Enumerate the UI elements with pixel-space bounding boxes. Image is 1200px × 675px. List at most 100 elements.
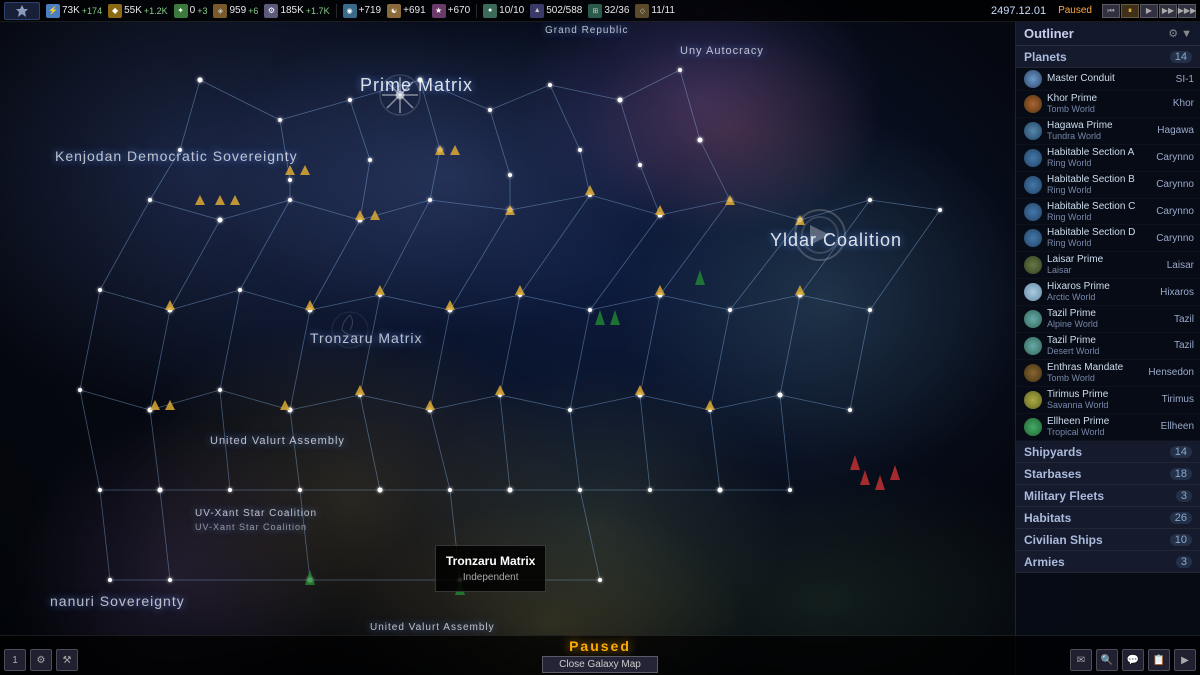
unity-value: +691 — [403, 5, 426, 16]
planet-item-hab-a[interactable]: Habitable Section A Ring World Carynno — [1016, 145, 1200, 172]
play-2x-button[interactable]: ▶▶ — [1159, 4, 1177, 18]
planet-type-hab-b: Ring World — [1047, 186, 1151, 196]
planet-name-hab-b: Habitable Section B — [1047, 174, 1151, 186]
minerals-icon: ◆ — [108, 4, 122, 18]
bottom-icon-1[interactable]: 1 — [4, 649, 26, 671]
bottom-icon-next[interactable]: ▶ — [1174, 649, 1196, 671]
pause-button[interactable]: ⏸ — [1121, 4, 1139, 18]
planet-type-hixaros: Arctic World — [1047, 293, 1155, 303]
resource-amenities: ◇ 11/11 — [635, 4, 675, 18]
resource-minerals: ◆ 55K +1.2K — [108, 4, 168, 18]
section-armies[interactable]: Armies 3 — [1016, 551, 1200, 573]
planet-system-hagawa: Hagawa — [1157, 125, 1194, 136]
bottom-icon-search[interactable]: 🔍 — [1096, 649, 1118, 671]
section-civilian-ships[interactable]: Civilian Ships 10 — [1016, 529, 1200, 551]
pop-value: 10/10 — [499, 5, 524, 16]
planet-type-ellheen: Tropical World — [1047, 428, 1156, 438]
planet-item-hab-c[interactable]: Habitable Section C Ring World Carynno — [1016, 199, 1200, 226]
planet-info-hab-b: Habitable Section B Ring World — [1047, 174, 1151, 196]
food-value: 0 — [190, 5, 196, 16]
rewind-button[interactable]: ⏮ — [1102, 4, 1120, 18]
planet-info-hagawa: Hagawa Prime Tundra World — [1047, 120, 1152, 142]
alloys-income: +1.7K — [306, 6, 330, 16]
paused-text: Paused — [569, 638, 631, 654]
faction-label-uv-xant2: UV-Xant Star Coalition — [195, 522, 307, 532]
planet-system-tazil2: Tazil — [1174, 340, 1194, 351]
armies-count: 3 — [1176, 556, 1192, 568]
planet-item-ellheen[interactable]: Ellheen Prime Tropical World Ellheen — [1016, 414, 1200, 441]
resource-consumer: ◈ 959 +6 — [213, 4, 258, 18]
planet-icon-khor — [1024, 95, 1042, 113]
armies-label: Armies — [1024, 555, 1065, 569]
planet-type-tirimus: Savanna World — [1047, 401, 1157, 411]
section-habitats[interactable]: Habitats 26 — [1016, 507, 1200, 529]
planet-item-khor-prime[interactable]: Khor Prime Tomb World Khor — [1016, 91, 1200, 118]
planet-system-tirimus: Tirimus — [1162, 394, 1194, 405]
planet-icon-laisar — [1024, 256, 1042, 274]
bottom-icon-mail[interactable]: ✉ — [1070, 649, 1092, 671]
map-tooltip: Tronzaru Matrix Independent — [435, 545, 546, 592]
planet-item-laisar[interactable]: Laisar Prime Laisar Laisar — [1016, 252, 1200, 279]
planet-system-hab-d: Carynno — [1156, 233, 1194, 244]
paused-banner: Paused Close Galaxy Map — [542, 638, 658, 673]
resource-research: ◉ +719 — [343, 4, 382, 18]
resource-energy: ⚡ 73K +174 — [46, 4, 102, 18]
planet-item-hab-d[interactable]: Habitable Section D Ring World Carynno — [1016, 225, 1200, 252]
planet-item-hagawa[interactable]: Hagawa Prime Tundra World Hagawa — [1016, 118, 1200, 145]
planet-item-hab-b[interactable]: Habitable Section B Ring World Carynno — [1016, 172, 1200, 199]
bottom-icon-settings[interactable]: ⚙ — [30, 649, 52, 671]
close-galaxy-map-button[interactable]: Close Galaxy Map — [542, 656, 658, 673]
food-icon: ✦ — [174, 4, 188, 18]
planet-item-tazil2[interactable]: Tazil Prime Desert World Tazil — [1016, 333, 1200, 360]
planet-name-ellheen: Ellheen Prime — [1047, 416, 1156, 428]
planet-system-hab-b: Carynno — [1156, 179, 1194, 190]
planet-type-enthras: Tomb World — [1047, 374, 1143, 384]
planet-system-hixaros: Hixaros — [1160, 287, 1194, 298]
play-1x-button[interactable]: ▶ — [1140, 4, 1158, 18]
section-planets[interactable]: Planets 14 — [1016, 46, 1200, 68]
bottom-icon-log[interactable]: 📋 — [1148, 649, 1170, 671]
planet-icon-ellheen — [1024, 418, 1042, 436]
consumer-icon: ◈ — [213, 4, 227, 18]
planet-name: Master Conduit — [1047, 73, 1171, 85]
planet-icon-enthras — [1024, 364, 1042, 382]
bottom-icon-build[interactable]: ⚒ — [56, 649, 78, 671]
planet-item-tazil1[interactable]: Tazil Prime Alpine World Tazil — [1016, 306, 1200, 333]
empire-icon — [15, 4, 29, 18]
planet-icon-hab-a — [1024, 149, 1042, 167]
play-3x-button[interactable]: ▶▶▶ — [1178, 4, 1196, 18]
bottom-icon-chat[interactable]: 💬 — [1122, 649, 1144, 671]
districts-icon: ⊞ — [588, 4, 602, 18]
empire-button[interactable] — [4, 2, 40, 20]
planet-info-tirimus: Tirimus Prime Savanna World — [1047, 389, 1157, 411]
planet-info-hab-d: Habitable Section D Ring World — [1047, 227, 1151, 249]
research-value: +719 — [359, 5, 382, 16]
resource-districts: ⊞ 32/36 — [588, 4, 629, 18]
planet-type-hagawa: Tundra World — [1047, 132, 1152, 142]
resource-pop: ● 10/10 — [483, 4, 524, 18]
planet-type-tazil2: Desert World — [1047, 347, 1169, 357]
resource-unity: ☯ +691 — [387, 4, 426, 18]
planet-type-tazil1: Alpine World — [1047, 320, 1169, 330]
planet-item-enthras[interactable]: Enthras Mandate Tomb World Hensedon — [1016, 360, 1200, 387]
planet-name-hab-a: Habitable Section A — [1047, 147, 1151, 159]
planet-info-hixaros: Hixaros Prime Arctic World — [1047, 281, 1155, 303]
section-starbases[interactable]: Starbases 18 — [1016, 463, 1200, 485]
planet-item-tirimus[interactable]: Tirimus Prime Savanna World Tirimus — [1016, 387, 1200, 414]
planets-count: 14 — [1170, 51, 1192, 63]
planet-item-master-conduit[interactable]: Master Conduit SI-1 — [1016, 68, 1200, 91]
section-shipyards[interactable]: Shipyards 14 — [1016, 441, 1200, 463]
planet-icon-hixaros — [1024, 283, 1042, 301]
outliner-settings-button[interactable]: ⚙ ▼ — [1168, 27, 1192, 40]
paused-label-top: Paused — [1058, 5, 1092, 16]
date-text: 2497.12.01 — [991, 5, 1046, 17]
planet-item-hixaros[interactable]: Hixaros Prime Arctic World Hixaros — [1016, 279, 1200, 306]
faction-label-yldar: Yldar Coalition — [770, 230, 902, 251]
planet-type-laisar: Laisar — [1047, 266, 1162, 276]
outliner-title: Outliner — [1024, 26, 1074, 41]
planet-icon-hab-d — [1024, 229, 1042, 247]
resource-naval: ▲ 502/588 — [530, 4, 582, 18]
alloys-icon: ⚙ — [264, 4, 278, 18]
section-military-fleets[interactable]: Military Fleets 3 — [1016, 485, 1200, 507]
faction-label-uny: Uny Autocracy — [680, 45, 764, 57]
